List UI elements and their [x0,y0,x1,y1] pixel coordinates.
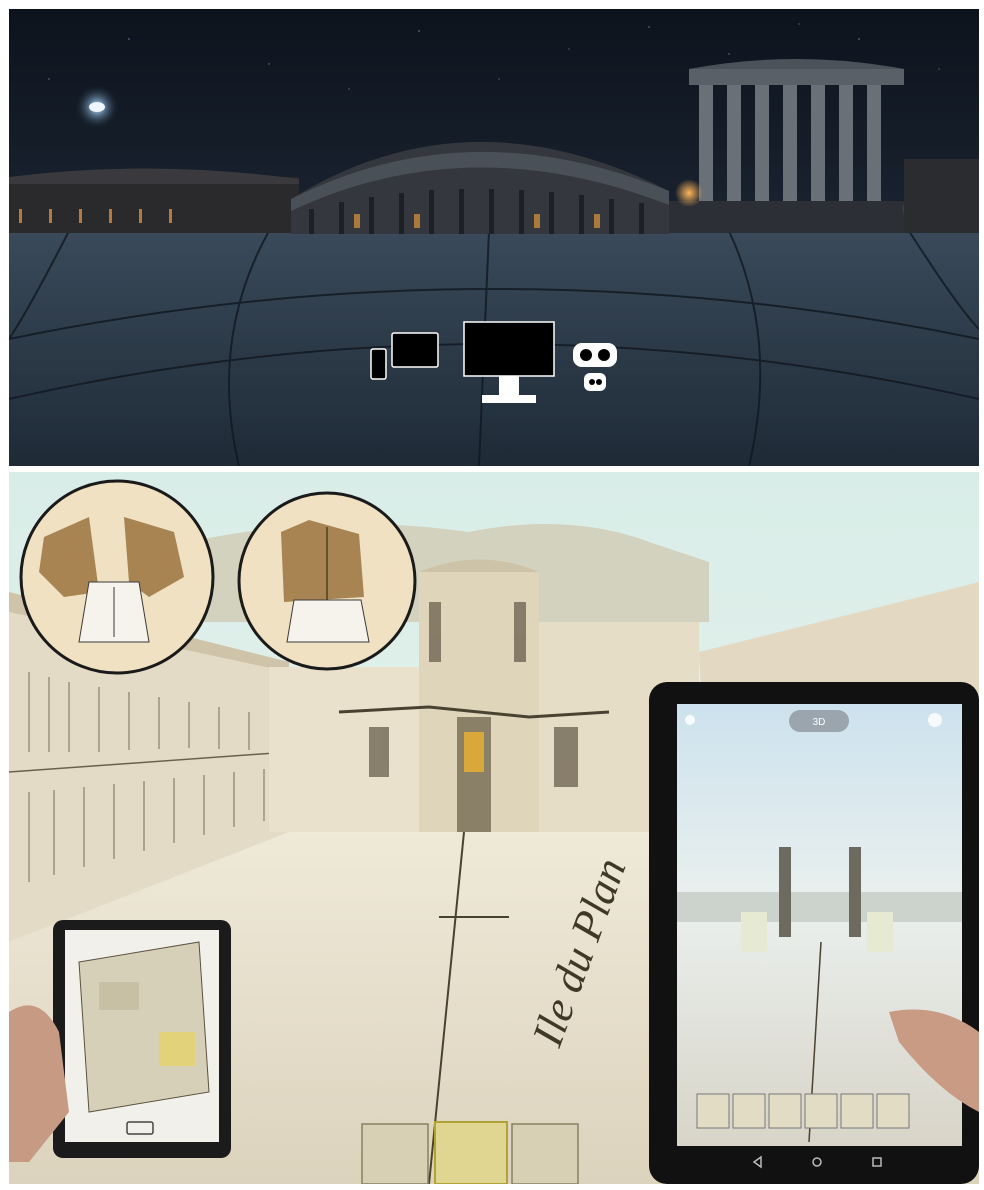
ar-scene-illustration: Ile du Plan 3D [9,472,979,1184]
share-icon[interactable] [685,715,695,725]
settings-icon[interactable] [928,713,942,727]
thumbnail[interactable] [511,1123,579,1184]
tablet-icon [391,332,439,368]
artifact-joined-view [237,491,417,671]
artifact-split-view [19,479,215,675]
thumbnail[interactable] [696,1093,730,1129]
cardboard-viewer-icon [584,373,606,391]
ar-temple-scene: Ile du Plan 3D [9,472,979,1184]
phone-icon [370,348,387,380]
thumbnail[interactable] [768,1093,802,1129]
thumbnail[interactable] [876,1093,910,1129]
thumbnail[interactable] [732,1093,766,1129]
vr-headset-icon [573,343,617,367]
thumbnail[interactable] [840,1093,874,1129]
hieroglyph-thumbnail-strip [361,1121,579,1184]
panorama-night-scene [9,9,979,466]
right-tablet: 3D [649,682,979,1184]
thumbnail[interactable] [434,1121,508,1184]
panorama-illustration [9,9,979,466]
thumbnail[interactable] [804,1093,838,1129]
thumbnail[interactable] [361,1123,429,1184]
mode-badge[interactable]: 3D [789,710,849,732]
svg-text:3D: 3D [813,717,826,728]
